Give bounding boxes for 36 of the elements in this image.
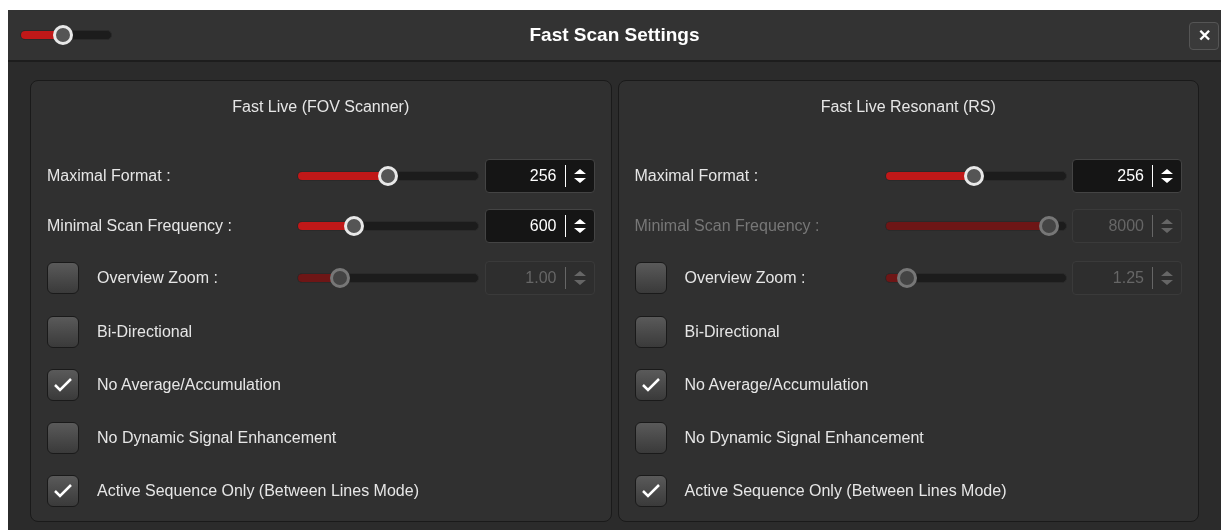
checkbox-label: No Average/Accumulation — [97, 374, 281, 395]
checkbox[interactable] — [47, 474, 79, 507]
checkbox-label: No Dynamic Signal Enhancement — [97, 427, 337, 448]
check-icon — [53, 482, 73, 499]
panel-title: Fast Live Resonant (RS) — [820, 97, 996, 117]
setting-label: Maximal Format : — [634, 166, 760, 186]
spin-field[interactable]: 256 — [1072, 159, 1182, 193]
checkbox-label: Bi-Directional — [97, 321, 193, 342]
checkbox[interactable] — [634, 368, 667, 401]
checkbox[interactable] — [634, 421, 667, 454]
panel-title: Fast Live (FOV Scanner) — [232, 97, 410, 117]
checkbox[interactable] — [634, 474, 667, 507]
checkbox-label: No Average/Accumulation — [684, 374, 869, 395]
checkbox[interactable] — [47, 315, 79, 348]
checkbox-label: Active Sequence Only (Between Lines Mode) — [684, 480, 1007, 501]
setting-label: Overview Zoom : — [684, 268, 807, 288]
checkbox[interactable] — [634, 315, 667, 348]
checkbox[interactable] — [47, 368, 79, 401]
close-button[interactable]: ✕ — [1189, 22, 1219, 50]
slider-thumb[interactable] — [1039, 216, 1060, 236]
checkbox[interactable] — [47, 421, 79, 454]
window-title: Fast Scan Settings — [529, 22, 700, 47]
setting-label: Maximal Format : — [47, 166, 172, 186]
spin-field[interactable]: 256 — [484, 159, 595, 193]
checkbox-label: No Dynamic Signal Enhancement — [684, 427, 924, 448]
checkbox-label: Bi-Directional — [684, 321, 780, 342]
slider-thumb[interactable] — [330, 268, 350, 288]
setting-label: Overview Zoom : — [97, 268, 219, 288]
check-icon — [53, 376, 73, 393]
check-icon — [640, 376, 661, 393]
checkbox-label: Active Sequence Only (Between Lines Mode) — [97, 480, 419, 501]
slider-thumb[interactable] — [896, 268, 917, 288]
setting-label: Minimal Scan Frequency : — [634, 216, 821, 236]
spin-field[interactable]: 600 — [484, 209, 595, 243]
setting-label: Minimal Scan Frequency : — [47, 216, 233, 236]
check-icon — [640, 482, 661, 499]
